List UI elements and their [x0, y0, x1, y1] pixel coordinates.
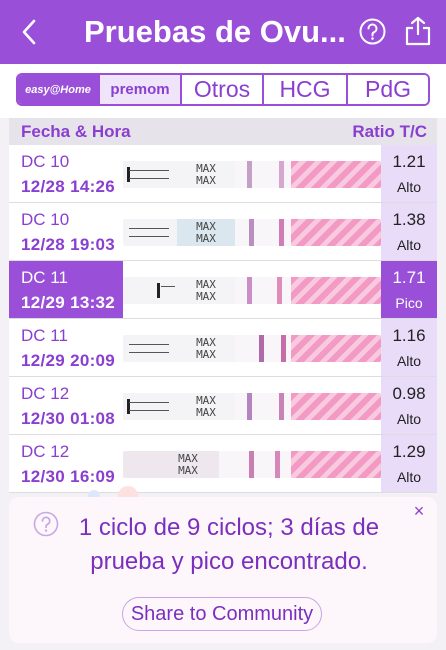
strip-result-window [235, 277, 293, 304]
chevron-left-icon [22, 19, 36, 45]
page-title: Pruebas de Ovu... [84, 14, 344, 49]
ratio-value: 1.16 [392, 326, 426, 345]
strip-max-text: MAX MAX [196, 336, 216, 361]
row-label: DC 10 12/28 14:26 [9, 145, 123, 202]
cycle-day: DC 10 [21, 152, 70, 171]
ratio-value: 1.71 [392, 268, 426, 287]
test-datetime: 12/30 16:09 [21, 467, 116, 486]
tab-otros[interactable]: Otros [182, 75, 264, 104]
tab-easyhome[interactable]: easy@Home [18, 75, 100, 104]
test-datetime: 12/30 01:08 [21, 409, 116, 428]
ratio-level: Alto [396, 353, 422, 369]
test-datetime: 12/29 13:32 [21, 293, 116, 312]
test-row[interactable]: DC 10 12/28 14:26 MAX MAX 1.21 Alto [9, 145, 437, 203]
strip-arrow-area [123, 393, 177, 420]
tab-pdg[interactable]: PdG [348, 75, 428, 104]
ratio-level: Alto [396, 179, 422, 195]
column-header-date: Fecha & Hora [21, 122, 131, 141]
help-button[interactable] [359, 18, 386, 45]
strip-result-window [235, 393, 293, 420]
close-icon[interactable]: × [409, 501, 429, 521]
row-label: DC 10 12/28 19:03 [9, 203, 123, 260]
cycle-day: DC 11 [21, 268, 68, 287]
ratio-value: 1.21 [392, 152, 426, 171]
test-strip-image: MAX MAX [123, 277, 381, 304]
ratio-value: 1.29 [392, 442, 426, 461]
app-header: Pruebas de Ovu... [0, 0, 446, 64]
ratio-level: Alto [396, 469, 422, 485]
test-strip-image: MAX MAX [123, 335, 381, 362]
strip-result-window [235, 161, 293, 188]
test-list: DC 10 12/28 14:26 MAX MAX 1.21 Alto DC 10… [9, 145, 437, 493]
strip-result-window [235, 219, 293, 246]
ratio-value: 1.38 [392, 210, 426, 229]
test-row[interactable]: DC 12 12/30 01:08 MAX MAX 0.98 Alto [9, 377, 437, 435]
test-row[interactable]: DC 10 12/28 19:03 MAX MAX 1.38 Alto [9, 203, 437, 261]
strip-arrow-area [123, 161, 177, 188]
share-to-community-button[interactable]: Share to Community [122, 597, 322, 631]
strip-arrow-area [123, 219, 177, 246]
ratio-cell: 0.98 Alto [381, 377, 437, 434]
ratio-cell: 1.38 Alto [381, 203, 437, 260]
strip-pink-handle [291, 219, 381, 246]
share-button[interactable] [404, 16, 432, 46]
strip-pink-handle [291, 161, 381, 188]
test-strip-image: MAX MAX [123, 219, 381, 246]
strip-arrow-area [123, 277, 177, 304]
cycle-day: DC 12 [21, 384, 70, 403]
cycle-day: DC 12 [21, 442, 70, 461]
strip-result-window [235, 335, 293, 362]
test-strip-image: MAX MAX [123, 161, 381, 188]
test-datetime: 12/28 14:26 [21, 177, 116, 196]
test-row[interactable]: DC 11 12/29 20:09 MAX MAX 1.16 Alto [9, 319, 437, 377]
row-label: DC 12 12/30 01:08 [9, 377, 123, 434]
row-label: DC 11 12/29 13:32 [9, 261, 123, 318]
strip-max-text: MAX MAX [196, 162, 216, 187]
cycle-day: DC 11 [21, 326, 68, 345]
brand-tabs-bar: easy@Home premom Otros HCG PdG [0, 64, 446, 118]
share-icon [405, 16, 431, 46]
strip-max-text: MAX MAX [178, 452, 198, 477]
strip-arrow-area [123, 335, 177, 362]
strip-pink-handle [291, 451, 381, 478]
strip-max-text: MAX MAX [196, 220, 216, 245]
column-header-ratio: Ratio T/C [352, 122, 427, 141]
ratio-cell: 1.29 Alto [381, 435, 437, 492]
brand-tabs: easy@Home premom Otros HCG PdG [16, 73, 430, 106]
summary-card: × 1 ciclo de 9 ciclos; 3 días de prueba … [9, 497, 437, 643]
test-row[interactable]: DC 12 12/30 16:09 MAX MAX 1.29 Alto [9, 435, 437, 493]
table-header: Fecha & Hora Ratio T/C [9, 118, 437, 145]
ratio-level: Alto [396, 237, 422, 253]
test-strip-image: MAX MAX [123, 393, 381, 420]
strip-pink-handle [291, 335, 381, 362]
tab-hcg[interactable]: HCG [264, 75, 348, 104]
strip-result-window [219, 451, 293, 478]
ratio-value: 0.98 [392, 384, 426, 403]
ratio-level: Alto [396, 411, 422, 427]
summary-message: 1 ciclo de 9 ciclos; 3 días de prueba y … [78, 514, 380, 575]
ratio-cell: 1.21 Alto [381, 145, 437, 202]
ratio-cell: 1.71 Pico [381, 261, 437, 318]
test-datetime: 12/29 20:09 [21, 351, 116, 370]
strip-pink-handle [291, 277, 381, 304]
strip-max-text: MAX MAX [196, 278, 216, 303]
strip-pink-handle [291, 393, 381, 420]
back-button[interactable] [14, 14, 44, 50]
test-datetime: 12/28 19:03 [21, 235, 116, 254]
ratio-level: Pico [395, 295, 423, 311]
test-row[interactable]: DC 11 12/29 13:32 MAX MAX 1.71 Pico [9, 261, 437, 319]
ratio-cell: 1.16 Alto [381, 319, 437, 376]
cycle-day: DC 10 [21, 210, 70, 229]
tab-premom[interactable]: premom [100, 75, 182, 104]
question-circle-icon [359, 18, 386, 45]
test-strip-image: MAX MAX [123, 451, 381, 478]
row-label: DC 11 12/29 20:09 [9, 319, 123, 376]
row-label: DC 12 12/30 16:09 [9, 435, 123, 492]
strip-max-text: MAX MAX [196, 394, 216, 419]
